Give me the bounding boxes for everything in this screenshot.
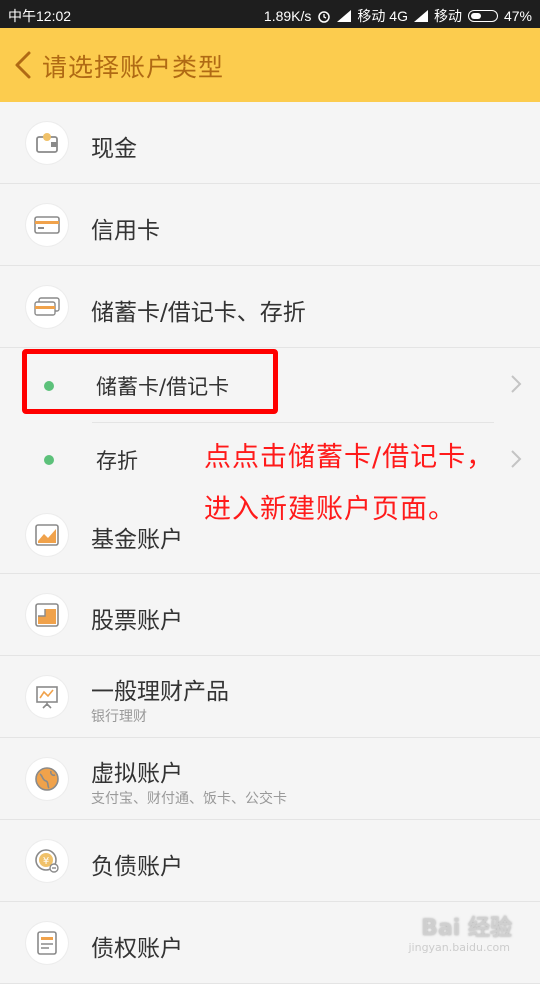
svg-text:¥: ¥ xyxy=(43,856,49,867)
network-speed: 1.89K/s xyxy=(263,8,312,24)
account-label: 储蓄卡/借记卡、存折 xyxy=(91,300,306,326)
watermark-sub: jingyan.baidu.com xyxy=(408,941,510,954)
carrier-1: 移动 4G xyxy=(357,8,408,24)
account-item-wealth-product[interactable]: 一般理财产品 银行理财 xyxy=(0,656,540,738)
alarm-icon xyxy=(317,9,331,23)
globe-icon xyxy=(26,758,68,800)
signal-icon xyxy=(337,10,352,22)
account-item-liability[interactable]: ¥ 负债账户 xyxy=(0,820,540,902)
credit-card-icon xyxy=(26,204,68,246)
presentation-board-icon xyxy=(26,676,68,718)
battery-icon xyxy=(467,10,498,22)
status-time: 中午12:02 xyxy=(8,8,72,24)
account-label: 存折 xyxy=(96,449,138,473)
app-header: 请选择账户类型 xyxy=(0,28,540,102)
account-label: 虚拟账户 xyxy=(91,761,183,787)
page-title: 请选择账户类型 xyxy=(42,53,225,82)
annotation-line-2: 进入新建账户页面。 xyxy=(204,494,456,525)
account-item-cash[interactable]: 现金 xyxy=(0,102,540,184)
account-sublabel: 银行理财 xyxy=(91,709,147,725)
chevron-right-icon xyxy=(511,375,522,393)
account-subitem-debit-card[interactable]: 储蓄卡/借记卡 xyxy=(0,348,540,423)
account-label: 一般理财产品 xyxy=(91,679,229,705)
account-label: 负债账户 xyxy=(91,854,183,880)
account-item-stock[interactable]: 股票账户 xyxy=(0,574,540,656)
account-label: 基金账户 xyxy=(91,527,183,553)
battery-percent: 47% xyxy=(503,8,532,24)
cards-icon xyxy=(26,286,68,328)
coin-icon: ¥ xyxy=(26,840,68,882)
stock-chart-icon xyxy=(26,594,68,636)
status-bar: 中午12:02 1.89K/s 移动 4G 移动 47% xyxy=(0,0,540,28)
account-label: 现金 xyxy=(91,136,137,162)
account-label: 储蓄卡/借记卡 xyxy=(96,375,230,399)
account-item-credit-card[interactable]: 信用卡 xyxy=(0,184,540,266)
green-dot xyxy=(44,381,54,391)
watermark: Bai 经验 xyxy=(421,916,512,941)
back-arrow-icon[interactable] xyxy=(12,50,34,80)
account-type-list: 现金 信用卡 储蓄卡/借记卡、存折 储蓄卡/借记卡 存折 基金账户 股票账户 一… xyxy=(0,102,540,984)
account-label: 股票账户 xyxy=(91,608,183,634)
account-label: 债权账户 xyxy=(91,936,183,962)
chevron-right-icon xyxy=(511,450,522,468)
annotation-line-1: 点点击储蓄卡/借记卡， xyxy=(204,442,495,473)
account-sublabel: 支付宝、财付通、饭卡、公交卡 xyxy=(91,791,287,807)
carrier-2: 移动 xyxy=(433,8,462,24)
wallet-icon xyxy=(26,122,68,164)
status-right: 1.89K/s 移动 4G 移动 47% xyxy=(264,6,532,26)
document-icon xyxy=(26,922,68,964)
account-item-virtual[interactable]: 虚拟账户 支付宝、财付通、饭卡、公交卡 xyxy=(0,738,540,820)
account-item-debit-passbook[interactable]: 储蓄卡/借记卡、存折 xyxy=(0,266,540,348)
signal-icon-2 xyxy=(413,10,428,22)
green-dot xyxy=(44,455,54,465)
account-label: 信用卡 xyxy=(91,218,160,244)
fund-chart-icon xyxy=(26,514,68,556)
